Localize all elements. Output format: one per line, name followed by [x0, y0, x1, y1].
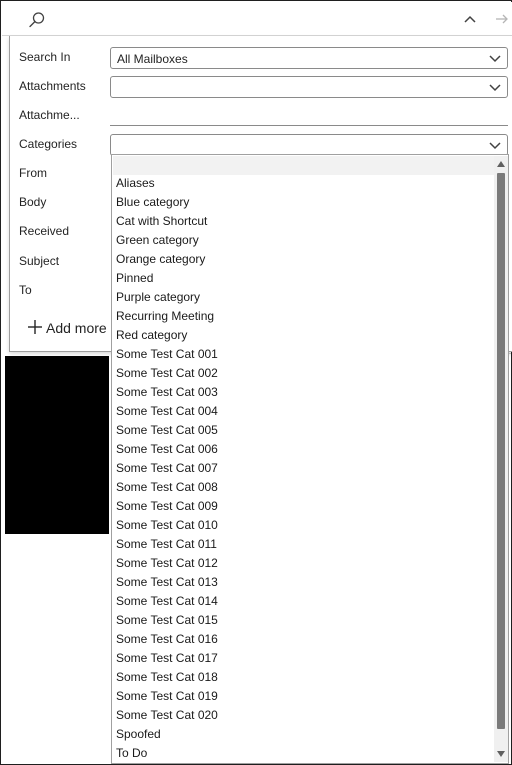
category-option[interactable]: Some Test Cat 004	[116, 402, 494, 421]
search-bar[interactable]	[2, 2, 512, 36]
category-option[interactable]: To Do	[116, 744, 494, 763]
category-option[interactable]: Cat with Shortcut	[116, 212, 494, 231]
chevron-down-icon	[489, 84, 501, 92]
category-option[interactable]: Some Test Cat 013	[116, 573, 494, 592]
category-option[interactable]: Orange category	[116, 250, 494, 269]
category-option[interactable]: Purple category	[116, 288, 494, 307]
chevron-down-icon	[489, 55, 501, 63]
category-option[interactable]: Aliases	[116, 174, 494, 193]
categories-dropdown-list[interactable]: Aliases Blue category Cat with Shortcut Gre…	[111, 154, 509, 764]
categories-label: Categories	[19, 137, 78, 151]
chevron-down-icon	[489, 142, 501, 150]
search-in-select[interactable]: All Mailboxes	[110, 47, 508, 69]
scroll-up-arrow-icon[interactable]	[494, 157, 508, 171]
category-option[interactable]: Some Test Cat 018	[116, 668, 494, 687]
add-more-options-button[interactable]: Add more o	[27, 319, 118, 337]
window-frame: Search In All Mailboxes Attachments Atta…	[0, 0, 512, 765]
redacted-block	[5, 356, 109, 534]
category-option[interactable]: Some Test Cat 020	[116, 706, 494, 725]
category-option[interactable]: Some Test Cat 005	[116, 421, 494, 440]
category-option[interactable]: Some Test Cat 002	[116, 364, 494, 383]
category-option[interactable]: Some Test Cat 016	[116, 630, 494, 649]
category-option[interactable]: Some Test Cat 007	[116, 459, 494, 478]
category-option[interactable]: Some Test Cat 006	[116, 440, 494, 459]
search-in-value: All Mailboxes	[117, 52, 188, 66]
category-option[interactable]: Some Test Cat 011	[116, 535, 494, 554]
category-option[interactable]: Some Test Cat 003	[116, 383, 494, 402]
category-option[interactable]: Red category	[116, 326, 494, 345]
to-label: To	[19, 283, 32, 297]
category-option[interactable]: Blue category	[116, 193, 494, 212]
scroll-down-arrow-icon[interactable]	[494, 747, 508, 761]
attachment-name-label: Attachme...	[19, 108, 80, 122]
categories-select[interactable]	[110, 134, 508, 156]
category-option[interactable]: Spoofed	[116, 725, 494, 744]
plus-icon	[28, 320, 42, 334]
category-option[interactable]: Some Test Cat 009	[116, 497, 494, 516]
arrow-right-icon[interactable]	[494, 11, 510, 27]
category-option[interactable]: Some Test Cat 014	[116, 592, 494, 611]
category-option[interactable]: Some Test Cat 008	[116, 478, 494, 497]
scrollbar[interactable]	[494, 156, 508, 762]
category-option[interactable]: Some Test Cat 017	[116, 649, 494, 668]
category-option[interactable]: Some Test Cat 010	[116, 516, 494, 535]
scrollbar-thumb[interactable]	[497, 173, 505, 729]
empty-option[interactable]	[113, 156, 494, 175]
attachments-label: Attachments	[19, 79, 86, 93]
category-option[interactable]: Green category	[116, 231, 494, 250]
subject-label: Subject	[19, 254, 60, 268]
body-label: Body	[19, 195, 47, 209]
category-option[interactable]: Pinned	[116, 269, 494, 288]
category-option[interactable]: Some Test Cat 019	[116, 687, 494, 706]
category-option[interactable]: Some Test Cat 012	[116, 554, 494, 573]
chevron-up-icon[interactable]	[462, 11, 478, 27]
attachment-name-input[interactable]	[110, 104, 508, 126]
from-label: From	[19, 166, 47, 180]
category-option[interactable]: Some Test Cat 015	[116, 611, 494, 630]
search-in-label: Search In	[19, 50, 71, 64]
category-option[interactable]: Some Test Cat 001	[116, 345, 494, 364]
search-icon	[29, 12, 45, 28]
attachments-select[interactable]	[110, 76, 508, 98]
received-label: Received	[19, 224, 70, 238]
category-option[interactable]: Recurring Meeting	[116, 307, 494, 326]
add-more-label: Add more o	[46, 320, 119, 336]
